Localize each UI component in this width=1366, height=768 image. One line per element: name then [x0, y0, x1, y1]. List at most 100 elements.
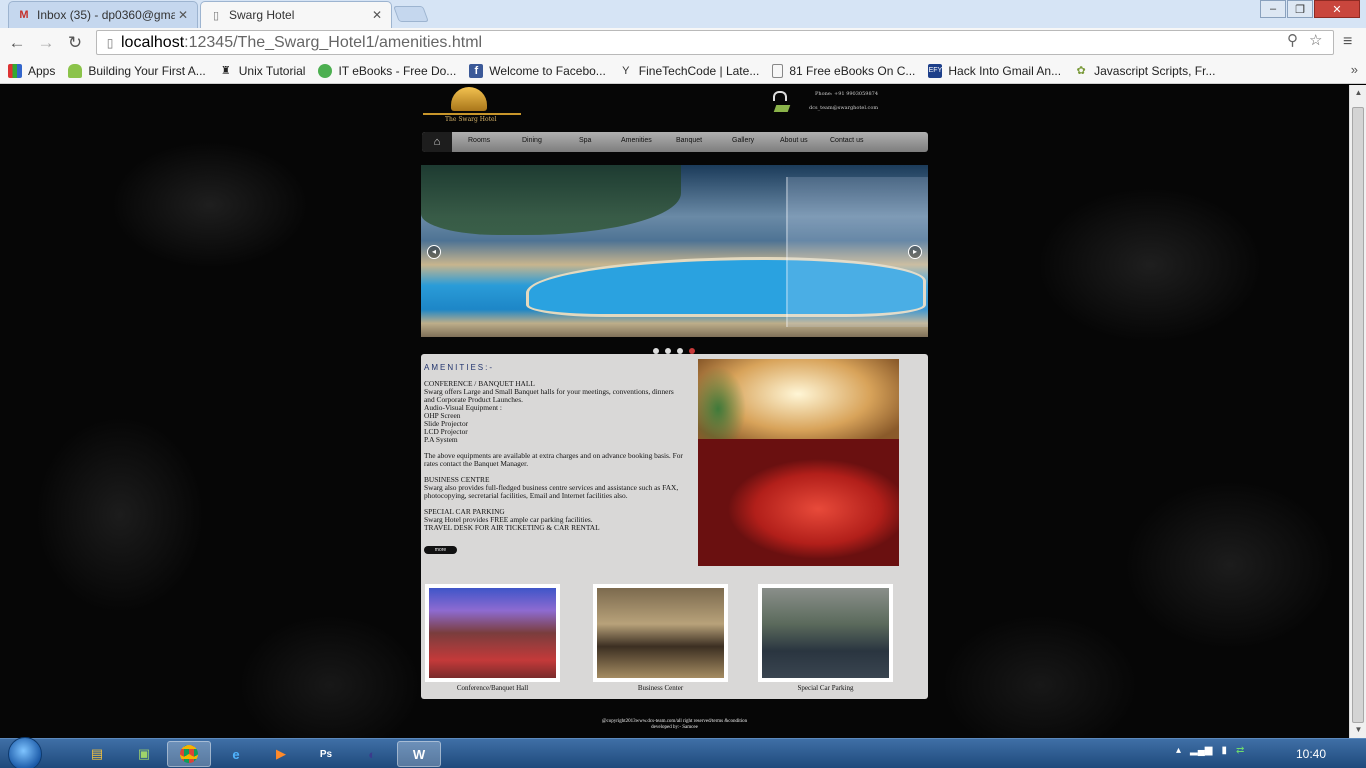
contact-email[interactable]: dcs_team@swarghotel.com [809, 105, 878, 111]
business-center-photo [597, 588, 724, 678]
ie-icon[interactable]: e [214, 741, 258, 767]
email-icon [773, 105, 791, 112]
page-scrollbar[interactable]: ▲ ▼ [1349, 85, 1366, 738]
nav-amenities[interactable]: Amenities [621, 137, 652, 144]
unix-icon: ♜ [220, 65, 231, 77]
slide-trees [421, 165, 681, 235]
chrome-menu-icon[interactable]: ≡ [1343, 33, 1352, 51]
bookmark-label: Unix Tutorial [238, 63, 306, 78]
bookmark-free-ebooks[interactable]: 81 Free eBooks On C... [772, 63, 916, 78]
media-player-icon[interactable]: ▶ [259, 741, 303, 767]
photoshop-icon[interactable]: Ps [304, 741, 348, 767]
media-center-icon[interactable]: ▣ [122, 741, 166, 767]
scroll-up-icon[interactable]: ▲ [1350, 85, 1366, 101]
caption-business: Business Center [637, 684, 684, 692]
chrome-icon[interactable] [167, 741, 211, 767]
slide-next-icon[interactable]: ▸ [908, 245, 922, 259]
zoom-icon[interactable]: ⚲ [1287, 31, 1298, 49]
nav-rooms[interactable]: Rooms [468, 137, 490, 144]
bookmark-label: IT eBooks - Free Do... [338, 63, 457, 78]
bookmark-finetech[interactable]: Y FineTechCode | Late... [619, 63, 760, 78]
apps-icon [8, 63, 22, 78]
new-tab-button[interactable] [393, 6, 429, 22]
maximize-button[interactable]: ❐ [1287, 0, 1313, 18]
home-icon[interactable]: ⌂ [422, 132, 452, 152]
sync-icon[interactable]: ⇄ [1236, 745, 1244, 756]
url-host: localhost [121, 33, 185, 51]
paragraph-business: BUSINESS CENTRE Swarg also provides full… [424, 475, 679, 500]
tab-swarg-hotel[interactable]: ▯ Swarg Hotel ✕ [200, 1, 392, 28]
bookmark-star-icon[interactable]: ☆ [1309, 31, 1322, 49]
tab-strip: M Inbox (35) - dp0360@gma ✕ ▯ Swarg Hote… [0, 0, 1366, 28]
network-signal-icon[interactable]: ▂▄▆ [1190, 745, 1212, 756]
nav-banquet[interactable]: Banquet [676, 137, 702, 144]
scrollbar-thumb[interactable] [1352, 107, 1364, 723]
efy-icon: EFY [928, 63, 943, 78]
slide-prev-icon[interactable]: ◂ [427, 245, 441, 259]
page-icon [772, 63, 784, 78]
forward-icon[interactable]: → [35, 32, 57, 54]
tray-expand-icon[interactable]: ▴ [1176, 745, 1181, 756]
close-tab-icon[interactable]: ✕ [369, 8, 385, 22]
page-icon: ▯ [212, 9, 220, 22]
bookmark-label: Apps [28, 63, 56, 78]
more-button[interactable]: more [424, 546, 457, 554]
ebook-icon [318, 63, 333, 78]
minimize-button[interactable]: – [1260, 0, 1286, 18]
nav-spa[interactable]: Spa [579, 137, 591, 144]
bookmark-it-ebooks[interactable]: IT eBooks - Free Do... [318, 63, 457, 78]
bookmark-javascript[interactable]: ✿ Javascript Scripts, Fr... [1074, 64, 1216, 78]
logo-crest-icon [451, 87, 487, 111]
finetech-icon: Y [622, 64, 630, 77]
tab-label: Inbox (35) - dp0360@gma [37, 8, 175, 22]
paragraph-banquet: CONFERENCE / BANQUET HALL Swarg offers L… [424, 379, 674, 444]
reload-icon[interactable]: ↻ [64, 32, 86, 54]
word-icon[interactable]: W [397, 741, 441, 767]
page-info-icon[interactable]: ▯ [99, 36, 121, 50]
bookmarks-bar: Apps Building Your First A... ♜ Unix Tut… [0, 58, 1366, 84]
bookmark-label: Welcome to Facebo... [489, 63, 606, 78]
photo-tables [698, 439, 899, 566]
thumbnail-business[interactable] [593, 584, 728, 682]
nav-about-us[interactable]: About us [780, 137, 808, 144]
thumbnail-parking[interactable] [758, 584, 893, 682]
caption-conference: Conference/Banquet Hall [456, 684, 529, 692]
banquet-hall-photo [698, 359, 899, 566]
close-window-button[interactable]: ✕ [1314, 0, 1360, 18]
site-footer: @copyright2013www.dcs-team.com/all right… [421, 719, 928, 731]
explorer-icon[interactable]: ▤ [75, 741, 119, 767]
start-button[interactable] [8, 737, 42, 768]
system-tray: ▴ ▂▄▆ ▮ ⇄ [1176, 745, 1244, 756]
tab-label: Swarg Hotel [229, 8, 295, 22]
facebook-icon: f [469, 63, 484, 78]
address-bar[interactable]: ▯ localhost:12345/The_Swarg_Hotel1/ameni… [96, 30, 1334, 55]
car-parking-photo [762, 588, 889, 678]
android-icon [68, 63, 83, 78]
bookmark-efy[interactable]: EFY Hack Into Gmail An... [928, 63, 1062, 78]
back-icon[interactable]: ← [6, 32, 28, 54]
bookmark-unix[interactable]: ♜ Unix Tutorial [219, 64, 306, 78]
tab-inbox[interactable]: M Inbox (35) - dp0360@gma ✕ [8, 1, 198, 28]
bookmark-label: Hack Into Gmail An... [948, 63, 1062, 78]
bookmark-label: FineTechCode | Late... [638, 63, 760, 78]
nav-dining[interactable]: Dining [522, 137, 542, 144]
nav-gallery[interactable]: Gallery [732, 137, 754, 144]
close-tab-icon[interactable]: ✕ [175, 8, 191, 22]
url-path: :12345/The_Swarg_Hotel1/amenities.html [184, 33, 483, 51]
eclipse-icon[interactable]: ◐ [350, 741, 394, 767]
bookmark-facebook[interactable]: f Welcome to Facebo... [469, 63, 606, 78]
nav-contact-us[interactable]: Contact us [830, 137, 863, 144]
thumbnail-conference[interactable] [425, 584, 560, 682]
bookmark-apps[interactable]: Apps [8, 63, 56, 78]
browser-toolbar: ← → ↻ ▯ localhost:12345/The_Swarg_Hotel1… [0, 28, 1366, 58]
gmail-icon: M [19, 9, 29, 21]
bookmarks-overflow-icon[interactable]: » [1351, 62, 1358, 77]
logo-bar [423, 113, 521, 115]
hotel-logo[interactable]: The Swarg Hotel [423, 87, 523, 125]
bookmark-android[interactable]: Building Your First A... [68, 63, 206, 78]
bookmark-label: Building Your First A... [88, 63, 206, 78]
taskbar-clock[interactable]: 10:40 [1296, 747, 1326, 761]
scroll-down-icon[interactable]: ▼ [1350, 722, 1366, 738]
battery-icon[interactable]: ▮ [1222, 745, 1228, 756]
bookmark-label: 81 Free eBooks On C... [789, 63, 916, 78]
